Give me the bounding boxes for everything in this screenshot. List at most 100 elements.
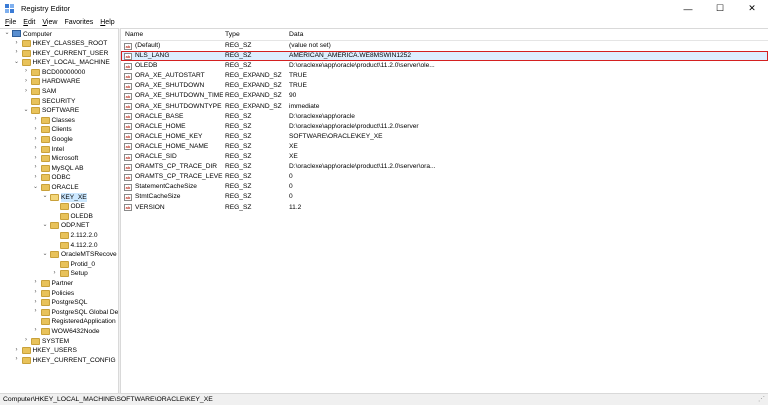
tree-node-postgresql[interactable]: › PostgreSQL [0,298,118,308]
tree-node-microsoft[interactable]: › Microsoft [0,154,118,164]
tree-node-label: Intel [51,145,64,153]
tree-node-2-112-2-0[interactable]: 2.112.2.0 [0,230,118,240]
collapsed-chevron-icon[interactable]: › [33,308,39,315]
tree-node-oracle[interactable]: ⌄ ORACLE [0,183,118,193]
value-row[interactable]: ab ORACLE_HOME REG_SZ D:\oraclexe\app\oracl… [121,122,768,132]
value-row[interactable]: ab ORAMTS_CP_TRACE_LEVEL REG_SZ 0 [121,172,768,182]
tree-node-partner[interactable]: › Partner [0,278,118,288]
column-header-name[interactable]: Name [125,31,143,39]
tree-node-setup[interactable]: › Setup [0,269,118,279]
tree-node-system[interactable]: › SYSTEM [0,336,118,346]
registry-key-tree[interactable]: ⌄ Computer › HKEY_CLASSES_ROOT › HKEY_CURRENT… [0,28,118,393]
value-row[interactable]: ab ORAMTS_CP_TRACE_DIR REG_SZ D:\oraclexe\a… [121,162,768,172]
tree-node-protid-0[interactable]: Protid_0 [0,259,118,269]
collapsed-chevron-icon[interactable]: › [14,40,20,47]
maximize-button[interactable]: ☐ [704,0,736,17]
collapsed-chevron-icon[interactable]: › [33,164,39,171]
menu-item-help[interactable]: Help [100,19,114,26]
tree-node-label: ORACLE [51,184,79,191]
tree-node-ode[interactable]: ODE [0,202,118,212]
collapsed-chevron-icon[interactable]: › [33,136,39,143]
expanded-chevron-icon[interactable]: ⌄ [42,222,48,229]
collapsed-chevron-icon[interactable]: › [33,116,39,123]
expanded-chevron-icon[interactable]: ⌄ [42,193,48,200]
tree-node-policies[interactable]: › Policies [0,288,118,298]
value-row[interactable]: ab ORACLE_HOME_NAME REG_SZ XE [121,142,768,152]
tree-node-intel[interactable]: › Intel [0,144,118,154]
tree-node-hardware[interactable]: › HARDWARE [0,77,118,87]
close-button[interactable]: ✕ [736,0,768,17]
value-row[interactable]: ab ORACLE_SID REG_SZ XE [121,152,768,162]
value-row[interactable]: ab StatementCacheSize REG_SZ 0 [121,182,768,192]
registry-values-list[interactable]: Name Type Data ab (Default) REG_SZ (value n… [121,28,768,393]
tree-node-registeredapplication[interactable]: RegisteredApplication [0,317,118,327]
collapsed-chevron-icon[interactable]: › [23,68,29,75]
expanded-chevron-icon[interactable]: ⌄ [14,59,20,66]
tree-node-google[interactable]: › Google [0,135,118,145]
column-header-data[interactable]: Data [289,31,303,39]
folder-icon [31,78,40,86]
collapsed-chevron-icon[interactable]: › [33,327,39,334]
value-row[interactable]: ab ORACLE_BASE REG_SZ D:\oraclexe\app\oracl… [121,112,768,122]
tree-node-hkey-local-machine[interactable]: ⌄ HKEY_LOCAL_MACHINE [0,58,118,68]
collapsed-chevron-icon[interactable]: › [14,356,20,363]
collapsed-chevron-icon[interactable]: › [33,279,39,286]
tree-node-software[interactable]: ⌄ SOFTWARE [0,106,118,116]
tree-node-hkey-current-user[interactable]: › HKEY_CURRENT_USER [0,48,118,58]
tree-node-bcd00000000[interactable]: › BCD00000000 [0,67,118,77]
value-data-cell: 0 [289,183,293,191]
tree-node-oraclemtsrecove[interactable]: ⌄ OracleMTSRecove [0,250,118,260]
tree-node-hkey-current-config[interactable]: › HKEY_CURRENT_CONFIG [0,355,118,365]
column-header-type[interactable]: Type [225,31,240,39]
expanded-chevron-icon[interactable]: ⌄ [23,107,29,114]
collapsed-chevron-icon[interactable]: › [14,49,20,56]
collapsed-chevron-icon[interactable]: › [23,337,29,344]
menu-item-view[interactable]: View [42,19,57,26]
collapsed-chevron-icon[interactable]: › [33,289,39,296]
value-row[interactable]: ab ORACLE_HOME_KEY REG_SZ SOFTWARE\ORACLE\K… [121,132,768,142]
tree-node-postgresql-global-de[interactable]: › PostgreSQL Global De [0,307,118,317]
tree-node-clients[interactable]: › Clients [0,125,118,135]
tree-node-odbc[interactable]: › ODBC [0,173,118,183]
tree-node-hkey-users[interactable]: › HKEY_USERS [0,346,118,356]
value-row[interactable]: ab VERSION REG_SZ 11.2 [121,203,768,213]
menu-item-edit[interactable]: Edit [23,19,35,26]
value-row[interactable]: ab OLEDB REG_SZ D:\oraclexe\app\oracle\prod… [121,61,768,71]
value-row-highlighted[interactable]: ab NLS_LANG REG_SZ AMERICAN_AMERICA.WE8MSWI… [121,51,768,62]
collapsed-chevron-icon[interactable]: › [14,347,20,354]
value-row[interactable]: abORA_XE_SHUTDOWN_TIMEOUTREG_EXPAND_SZ 90 [121,91,768,101]
tree-node-oledb[interactable]: OLEDB [0,211,118,221]
tree-node-wow6432node[interactable]: › WOW6432Node [0,326,118,336]
tree-node-classes[interactable]: › Classes [0,115,118,125]
collapsed-chevron-icon[interactable]: › [52,270,58,277]
collapsed-chevron-icon[interactable]: › [33,155,39,162]
expanded-chevron-icon[interactable]: ⌄ [33,184,39,191]
expanded-chevron-icon[interactable]: ⌄ [4,30,10,37]
collapsed-chevron-icon[interactable]: › [23,78,29,85]
tree-node-hkey-classes-root[interactable]: › HKEY_CLASSES_ROOT [0,39,118,49]
tree-node-mysql-ab[interactable]: › MySQL AB [0,163,118,173]
minimize-button[interactable]: — [672,0,704,17]
collapsed-chevron-icon[interactable]: › [33,145,39,152]
collapsed-chevron-icon[interactable]: › [33,126,39,133]
tree-node-odp-net[interactable]: ⌄ ODP.NET [0,221,118,231]
collapsed-chevron-icon[interactable]: › [33,174,39,181]
menu-item-favorites[interactable]: Favorites [64,19,93,26]
value-row[interactable]: ab (Default) REG_SZ (value not set) [121,41,768,51]
value-row[interactable]: ab StmtCacheSize REG_SZ 0 [121,192,768,202]
tree-node-computer[interactable]: ⌄ Computer [0,29,118,39]
value-name-cell: NLS_LANG [135,52,170,60]
tree-node-sam[interactable]: › SAM [0,87,118,97]
value-row[interactable]: ab ORA_XE_SHUTDOWN REG_EXPAND_SZ TRUE [121,81,768,91]
value-row[interactable]: ab ORA_XE_AUTOSTART REG_EXPAND_SZ TRUE [121,71,768,81]
tree-node-4-112-2-0[interactable]: 4.112.2.0 [0,240,118,250]
tree-node-security[interactable]: SECURITY [0,96,118,106]
collapsed-chevron-icon[interactable]: › [33,299,39,306]
collapsed-chevron-icon[interactable]: › [23,88,29,95]
expanded-chevron-icon[interactable]: ⌄ [42,251,48,258]
menu-item-file[interactable]: File [5,19,16,26]
resize-grip-icon[interactable]: ⋰ [758,396,766,404]
value-type-cell: REG_SZ [225,122,252,130]
tree-node-key-xe[interactable]: ⌄ KEY_XE [0,192,118,202]
value-row[interactable]: ab ORA_XE_SHUTDOWNTYPE REG_EXPAND_SZ immedi… [121,102,768,112]
